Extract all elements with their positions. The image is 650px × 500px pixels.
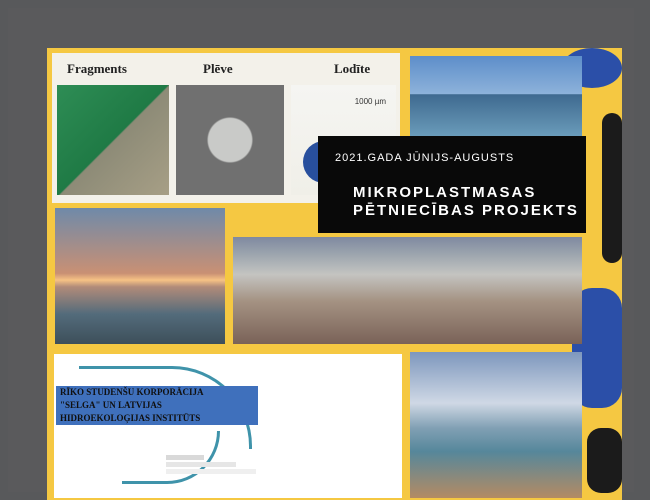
- coast-photo: [410, 352, 582, 498]
- study-map: RĪKO STUDENŠU KORPORĀCIJA "SELGA" UN LAT…: [54, 354, 402, 498]
- organizer-line-3: HIDROEKOLOĢIJAS INSTITŪTS: [60, 413, 201, 423]
- poster: Fragments Plēve Lodīte 1000 µm 2021.GADA…: [47, 48, 622, 500]
- beach-photo: [233, 237, 582, 344]
- map-legend: [166, 453, 384, 495]
- fragments-label: Fragments: [67, 61, 127, 76]
- organizer-title: RĪKO STUDENŠU KORPORĀCIJA "SELGA" UN LAT…: [56, 386, 258, 425]
- project-title-box: 2021.GADA JŪNIJS-AUGUSTS MIKROPLASTMASAS…: [318, 136, 586, 233]
- fragment-image: [57, 85, 169, 195]
- brush-accent: [602, 113, 622, 263]
- scale-label: 1000 µm: [354, 97, 386, 106]
- organizer-line-2: "SELGA" UN LATVIJAS: [60, 400, 162, 410]
- organizer-line-1: RĪKO STUDENŠU KORPORĀCIJA: [60, 387, 204, 397]
- film-label: Plēve: [203, 61, 233, 76]
- project-title-line-2: PĒTNIECĪBAS PROJEKTS: [353, 202, 579, 219]
- film-image: [176, 85, 284, 195]
- project-period: 2021.GADA JŪNIJS-AUGUSTS: [335, 152, 515, 164]
- sunset-photo: [55, 208, 225, 344]
- brush-accent: [587, 428, 622, 493]
- bead-label: Lodīte: [334, 61, 371, 76]
- sea-photo: [410, 56, 582, 140]
- project-title-line-1: MIKROPLASTMASAS: [353, 184, 537, 201]
